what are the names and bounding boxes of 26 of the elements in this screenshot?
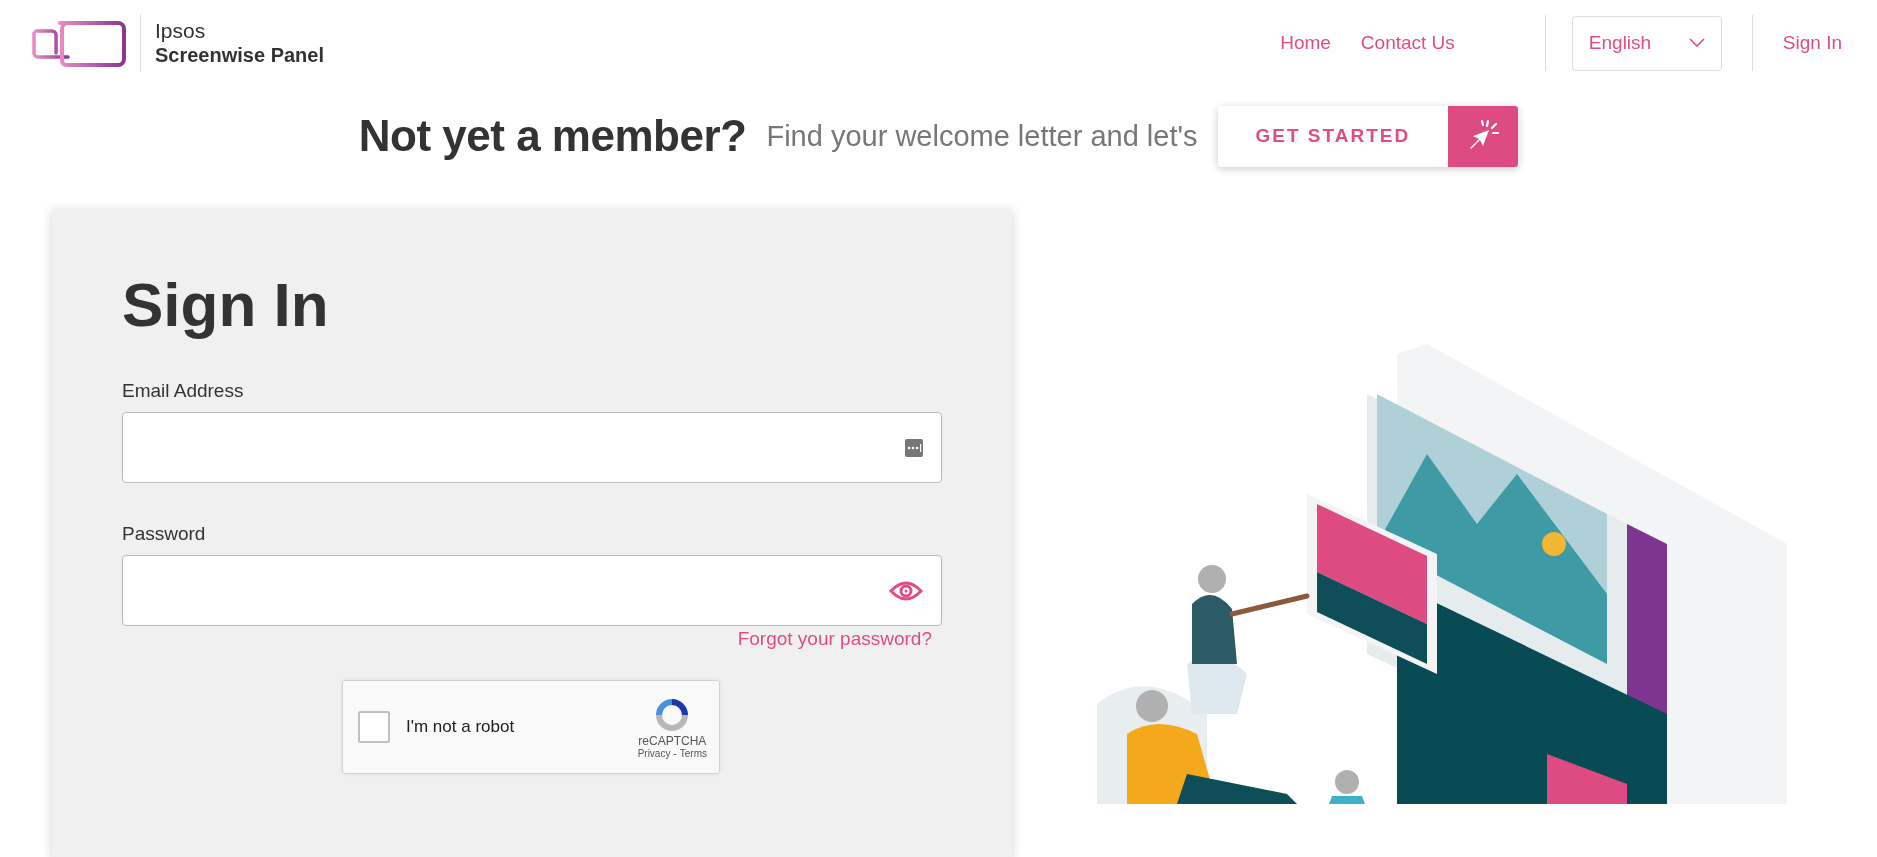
password-field[interactable] [122, 555, 942, 626]
nav-link[interactable]: Contact Us [1360, 32, 1455, 54]
logo-icon [32, 19, 126, 67]
forgot-password-link[interactable]: Forgot your password? [737, 628, 932, 650]
field-label: Email Address [122, 380, 245, 402]
banner-heading: Not yet a member? [358, 111, 747, 161]
banner-text: Find your welcome letter and let's [766, 119, 1198, 153]
email-field[interactable] [122, 412, 942, 483]
recaptcha-brand: reCAPTCHA [638, 733, 707, 748]
get-started-button[interactable]: GET STARTED [1217, 105, 1519, 167]
brand-name: Ipsos [155, 19, 207, 44]
brand-subtitle: Screenwise Panel [155, 43, 324, 67]
field-label: Password [122, 523, 207, 545]
sign-in-link[interactable]: Sign In [1782, 32, 1842, 54]
sign-in-title: Sign In [122, 269, 330, 340]
cursor-click-icon [1448, 105, 1519, 167]
link-separator: - [673, 747, 677, 759]
privacy-link[interactable]: Privacy [637, 747, 671, 759]
chevron-down-icon [1688, 38, 1705, 48]
nav-link[interactable]: Home [1280, 32, 1331, 54]
language-select[interactable]: English [1571, 15, 1722, 71]
eye-icon[interactable] [889, 579, 923, 602]
terms-link[interactable]: Terms [679, 747, 707, 759]
captcha-label: I'm not a robot [406, 717, 516, 737]
captcha-checkbox[interactable] [358, 711, 390, 743]
password-manager-icon[interactable] [905, 438, 923, 457]
